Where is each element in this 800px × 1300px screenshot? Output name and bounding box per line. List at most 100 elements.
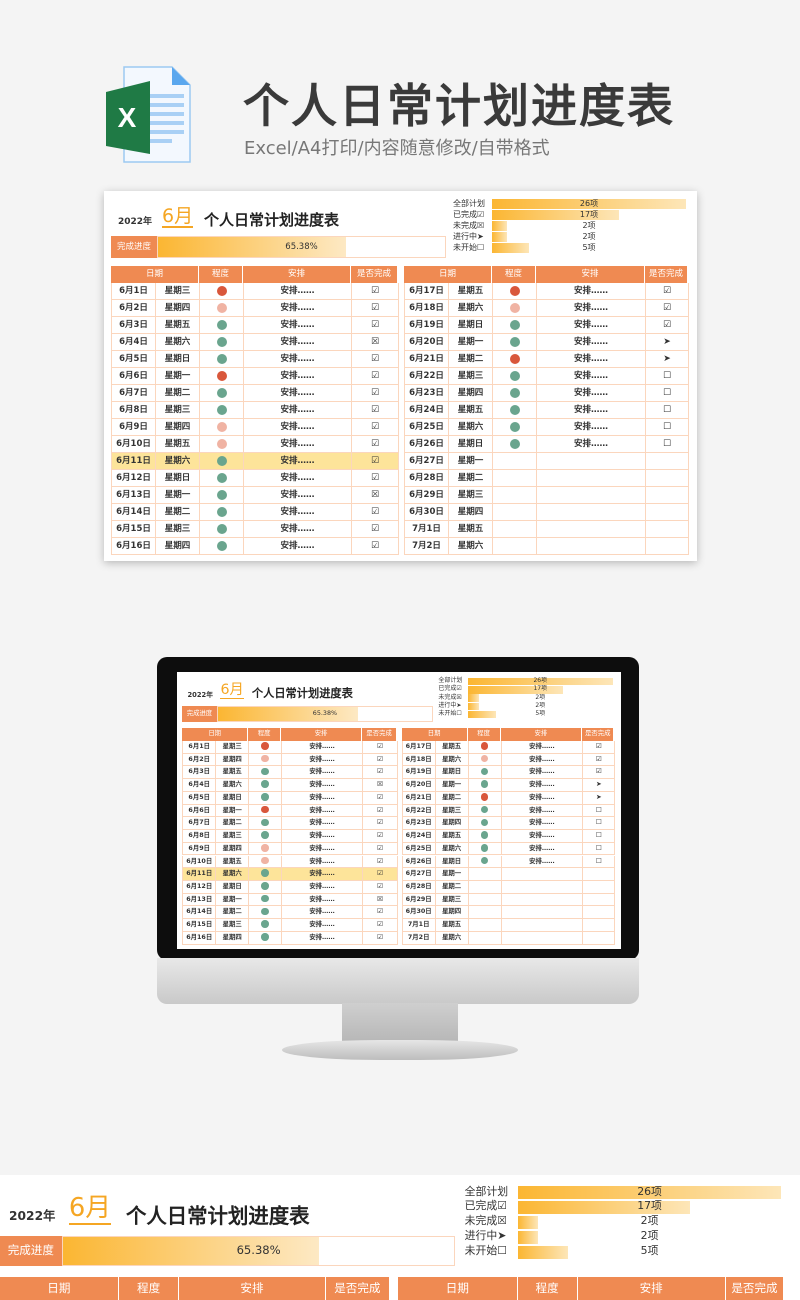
- table-row[interactable]: 6月10日 星期五 安排…… ☑: [111, 436, 399, 453]
- cell-status: ☑: [352, 504, 399, 521]
- table-row[interactable]: 6月8日 星期三 安排…… ☑: [111, 402, 399, 419]
- table-row[interactable]: 6月4日 星期六 安排…… ☒: [111, 334, 399, 351]
- table-row[interactable]: 6月24日 星期五 安排…… ☐: [404, 402, 689, 419]
- table-row[interactable]: 6月17日 星期五 安排…… ☑: [404, 283, 689, 300]
- table-row[interactable]: 6月28日 星期二: [404, 470, 689, 487]
- table-row[interactable]: 6月16日 星期四 安排…… ☑: [182, 931, 399, 945]
- cell-text: 星期三: [164, 286, 191, 296]
- table-row[interactable]: 6月1日 星期三 安排…… ☑: [111, 283, 399, 300]
- table-row[interactable]: 6月23日 星期四 安排…… ☐: [404, 385, 689, 402]
- table-row[interactable]: 6月2日 星期四 安排…… ☑: [111, 300, 399, 317]
- table-row[interactable]: 6月18日 星期六 安排…… ☑: [404, 300, 689, 317]
- table-row[interactable]: 6月29日 星期三: [404, 487, 689, 504]
- cell-text: 安排……: [309, 857, 335, 865]
- table-row[interactable]: 6月19日 星期日 安排…… ☑: [404, 317, 689, 334]
- table-row[interactable]: 6月4日 星期六 安排…… ☒: [182, 779, 399, 792]
- table-row[interactable]: 6月15日 星期三 安排…… ☑: [182, 919, 399, 932]
- table-row[interactable]: 6月30日 星期四: [404, 504, 689, 521]
- table-row[interactable]: 6月13日 星期一 安排…… ☒: [111, 487, 399, 504]
- table-row[interactable]: 6月17日 星期五 安排…… ☑: [401, 740, 616, 754]
- column-header: 日期: [401, 728, 468, 741]
- table-row[interactable]: 6月5日 星期日 安排…… ☑: [182, 791, 399, 805]
- table-row[interactable]: 6月12日 星期日 安排…… ☑: [111, 470, 399, 487]
- cell-text: 安排……: [529, 806, 555, 814]
- cell-text: ☐: [595, 818, 602, 827]
- cell-text: 安排……: [309, 832, 335, 840]
- table-row[interactable]: 6月29日 星期三: [401, 893, 616, 907]
- table-row[interactable]: 6月30日 星期四: [401, 906, 616, 920]
- stat-row: 未完成☒ 2项: [438, 694, 615, 702]
- cell-level: [493, 487, 537, 504]
- table-row[interactable]: 6月15日 星期三 安排…… ☑: [111, 521, 399, 538]
- table-row[interactable]: 6月6日 星期一 安排…… ☑: [111, 368, 399, 385]
- table-row[interactable]: 6月9日 星期四 安排…… ☑: [111, 419, 399, 436]
- cell-weekday: 星期一: [156, 368, 200, 385]
- table-row[interactable]: 6月27日 星期一: [401, 868, 616, 881]
- spreadsheet-preview-monitor: 2022年 6月 个人日常计划进度表 完成进度 65.38% 全部计划 26项 已完成☑ 17项…: [177, 672, 622, 950]
- table-row[interactable]: 6月8日 星期三 安排…… ☑: [182, 830, 399, 843]
- table-row[interactable]: 6月20日 星期一 安排…… ➤: [404, 334, 689, 351]
- table-row[interactable]: 7月1日 星期五: [401, 919, 616, 932]
- table-row[interactable]: 6月21日 星期二 安排…… ➤: [404, 351, 689, 368]
- cell-status: ☑: [352, 436, 399, 453]
- table-row[interactable]: 6月7日 星期二 安排…… ☑: [111, 385, 399, 402]
- cell-text: ☐: [662, 388, 672, 398]
- table-row[interactable]: 6月12日 星期日 安排…… ☑: [182, 880, 399, 894]
- cell-date: 6月10日: [112, 436, 156, 453]
- priority-dot-low: [216, 353, 227, 364]
- table-row[interactable]: 6月2日 星期四 安排…… ☑: [182, 753, 399, 767]
- column-header: 安排: [179, 1277, 326, 1300]
- cell-text: 6月3日: [188, 768, 210, 776]
- table-row[interactable]: 6月23日 星期四 安排…… ☐: [401, 817, 616, 831]
- cell-text: ☑: [377, 920, 384, 929]
- table-row[interactable]: 6月25日 星期六 安排…… ☐: [401, 842, 616, 856]
- table-row[interactable]: 6月14日 星期二 安排…… ☑: [182, 906, 399, 920]
- table-row[interactable]: 6月11日 星期六 安排…… ☑: [182, 868, 399, 881]
- table-row[interactable]: 6月25日 星期六 安排…… ☐: [404, 419, 689, 436]
- table-row[interactable]: 6月3日 星期五 安排…… ☑: [111, 317, 399, 334]
- cell-text: 6月26日: [405, 857, 432, 865]
- cell-weekday: 星期四: [216, 842, 250, 856]
- table-row[interactable]: 6月13日 星期一 安排…… ☒: [182, 893, 399, 907]
- cell-status: ➤: [583, 779, 616, 792]
- cell-plan: 安排……: [244, 521, 352, 538]
- table-row[interactable]: 6月3日 星期五 安排…… ☑: [182, 766, 399, 780]
- table-row[interactable]: 6月24日 星期五 安排…… ☐: [401, 830, 616, 843]
- table-row[interactable]: 6月6日 星期一 安排…… ☑: [182, 804, 399, 818]
- cell-status: ☐: [583, 830, 616, 843]
- table-row[interactable]: 6月27日 星期一: [404, 453, 689, 470]
- table-row[interactable]: 6月16日 星期四 安排…… ☑: [111, 538, 399, 555]
- table-row[interactable]: 6月22日 星期三 安排…… ☐: [404, 368, 689, 385]
- table-row[interactable]: 6月19日 星期日 安排…… ☑: [401, 766, 616, 780]
- column-header: 是否完成: [582, 728, 615, 741]
- table-row[interactable]: 6月14日 星期二 安排…… ☑: [111, 504, 399, 521]
- cell-text: 安排……: [573, 354, 608, 364]
- table-row[interactable]: 6月10日 星期五 安排…… ☑: [182, 855, 399, 869]
- priority-dot-low: [509, 336, 520, 347]
- table-row[interactable]: 6月28日 星期二: [401, 880, 616, 894]
- table-row[interactable]: 6月1日 星期三 安排…… ☑: [182, 740, 399, 754]
- stat-row: 全部计划 26项: [465, 1185, 786, 1200]
- table-row[interactable]: 6月9日 星期四 安排…… ☑: [182, 842, 399, 856]
- cell-text: ☑: [662, 320, 672, 330]
- table-row[interactable]: 6月26日 星期日 安排…… ☐: [401, 855, 616, 869]
- table-row[interactable]: 6月22日 星期三 安排…… ☐: [401, 804, 616, 818]
- table-row[interactable]: 6月7日 星期二 安排…… ☑: [182, 817, 399, 831]
- cell-level: [249, 842, 283, 856]
- table-row[interactable]: 7月1日 星期五: [404, 521, 689, 538]
- table-row[interactable]: 7月2日 星期六: [401, 931, 616, 945]
- table-row[interactable]: 7月2日 星期六: [404, 538, 689, 555]
- table-row[interactable]: 6月26日 星期日 安排…… ☐: [404, 436, 689, 453]
- cell-text: ☑: [662, 286, 672, 296]
- column-header: 日期: [398, 1277, 518, 1300]
- table-row[interactable]: 6月21日 星期二 安排…… ➤: [401, 791, 616, 805]
- table-row[interactable]: 6月18日 星期六 安排…… ☑: [401, 753, 616, 767]
- priority-dot-medium: [216, 302, 227, 313]
- cell-status: ☑: [363, 842, 399, 856]
- cell-text: 6月25日: [405, 844, 432, 852]
- table-row[interactable]: 6月20日 星期一 安排…… ➤: [401, 779, 616, 792]
- svg-text:X: X: [118, 102, 137, 133]
- stat-label: 未完成☒: [453, 221, 485, 230]
- table-row[interactable]: 6月11日 星期六 安排…… ☑: [111, 453, 399, 470]
- table-row[interactable]: 6月5日 星期日 安排…… ☑: [111, 351, 399, 368]
